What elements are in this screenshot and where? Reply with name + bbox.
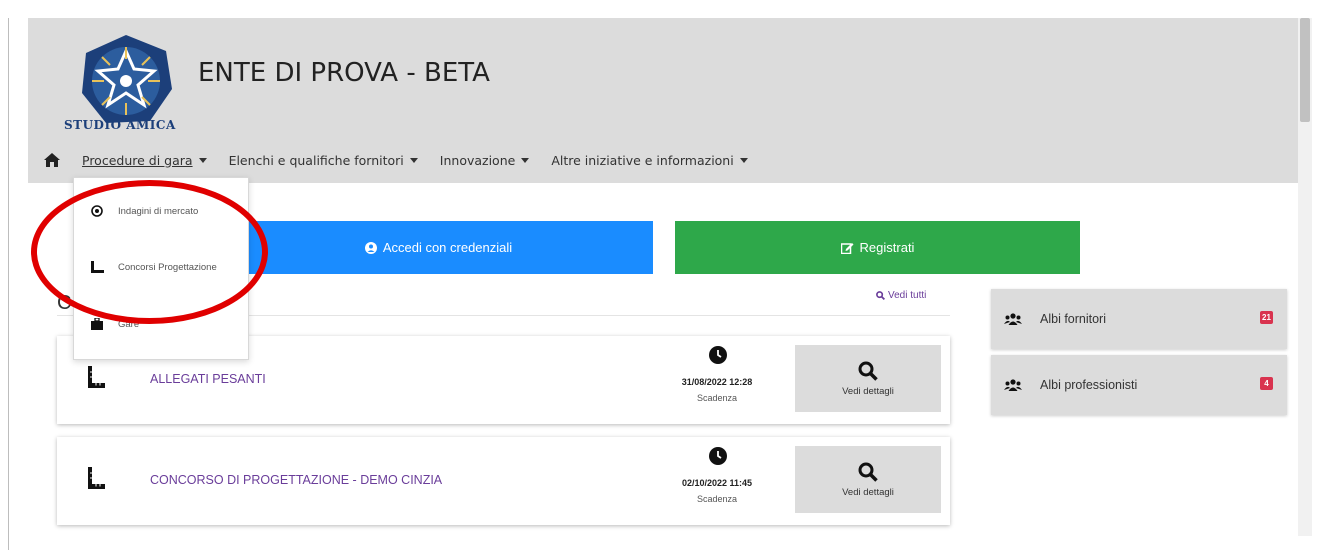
register-button[interactable]: Registrati: [675, 221, 1080, 274]
count-badge: 21: [1260, 311, 1273, 324]
nav-item-elenchi-fornitori[interactable]: Elenchi e qualifiche fornitori: [229, 153, 418, 168]
deadline-label: Scadenza: [696, 494, 738, 504]
login-button[interactable]: Accedi con credenziali: [224, 221, 653, 274]
view-all-link[interactable]: Vedi tutti: [876, 290, 926, 301]
clock-icon: [709, 346, 727, 364]
briefcase-icon: [91, 318, 103, 330]
nav-item-procedure-di-gara[interactable]: Procedure di gara: [82, 153, 207, 168]
search-icon: [858, 462, 878, 482]
deadline-label: Scadenza: [696, 393, 738, 403]
procedure-title-link[interactable]: ALLEGATI PESANTI: [150, 372, 266, 386]
dropdown-item-label: Gare: [118, 318, 140, 330]
ruler-icon: [91, 261, 104, 273]
nav-item-label: Elenchi e qualifiche fornitori: [228, 152, 404, 168]
site-header: STUDIO AMICA ENTE DI PROVA - BETA Proced…: [28, 18, 1298, 183]
albi-professionisti-label: Albi professionisti: [1040, 378, 1138, 392]
nav-item-innovazione[interactable]: Innovazione: [440, 153, 530, 168]
albi-professionisti-box[interactable]: Albi professionisti 4: [991, 355, 1287, 415]
view-all-label: Vedi tutti: [888, 290, 927, 301]
chevron-down-icon: [739, 157, 748, 163]
user-circle-icon: [364, 241, 377, 254]
dropdown-item-gare[interactable]: Gare: [90, 318, 139, 330]
users-icon: [1004, 379, 1022, 391]
procedure-card: CONCORSO DI PROGETTAZIONE - DEMO CINZIA …: [57, 437, 950, 525]
logo-text: STUDIO AMICA: [64, 118, 176, 132]
register-button-label: Registrati: [859, 240, 915, 255]
vertical-scrollbar[interactable]: [1298, 18, 1312, 536]
site-title[interactable]: ENTE DI PROVA - BETA: [198, 58, 490, 88]
procedure-title-link[interactable]: CONCORSO DI PROGETTAZIONE - DEMO CINZIA: [150, 473, 442, 487]
count-badge: 4: [1260, 377, 1273, 390]
ruler-icon: [88, 366, 105, 388]
deadline-date: 31/08/2022 12:28: [681, 377, 753, 387]
chevron-down-icon: [409, 157, 418, 163]
main-nav: Procedure di gara Elenchi e qualifiche f…: [44, 150, 770, 170]
view-details-button[interactable]: Vedi dettagli: [795, 446, 941, 513]
users-icon: [1004, 313, 1022, 325]
clock-icon: [709, 447, 727, 465]
login-button-label: Accedi con credenziali: [382, 240, 513, 255]
target-icon: [91, 205, 103, 217]
nav-item-label: Altre iniziative e informazioni: [551, 152, 734, 168]
albi-fornitori-label: Albi fornitori: [1040, 312, 1106, 326]
search-icon: [876, 291, 885, 300]
search-icon: [858, 361, 878, 381]
procedure-dropdown-menu: Indagini di mercato Concorsi Progettazio…: [73, 177, 249, 360]
edit-icon: [840, 242, 854, 254]
home-icon[interactable]: [44, 153, 60, 167]
nav-item-label: Procedure di gara: [82, 152, 193, 168]
dropdown-item-label: Indagini di mercato: [118, 205, 199, 217]
chevron-down-icon: [198, 157, 207, 163]
view-details-label: Vedi dettagli: [842, 385, 894, 397]
dropdown-item-concorsi[interactable]: Concorsi Progettazione: [90, 261, 217, 273]
scrollbar-thumb[interactable]: [1300, 18, 1310, 122]
ruler-icon: [88, 467, 105, 489]
deadline-date: 02/10/2022 11:45: [681, 478, 753, 488]
dropdown-item-indagini[interactable]: Indagini di mercato: [90, 205, 198, 217]
chevron-down-icon: [521, 157, 530, 163]
view-details-button[interactable]: Vedi dettagli: [795, 345, 941, 412]
nav-item-label: Innovazione: [439, 152, 516, 168]
albi-fornitori-box[interactable]: Albi fornitori 21: [991, 289, 1287, 349]
nav-item-altre-iniziative[interactable]: Altre iniziative e informazioni: [551, 152, 748, 168]
dropdown-item-label: Concorsi Progettazione: [118, 261, 217, 273]
view-details-label: Vedi dettagli: [842, 486, 894, 498]
